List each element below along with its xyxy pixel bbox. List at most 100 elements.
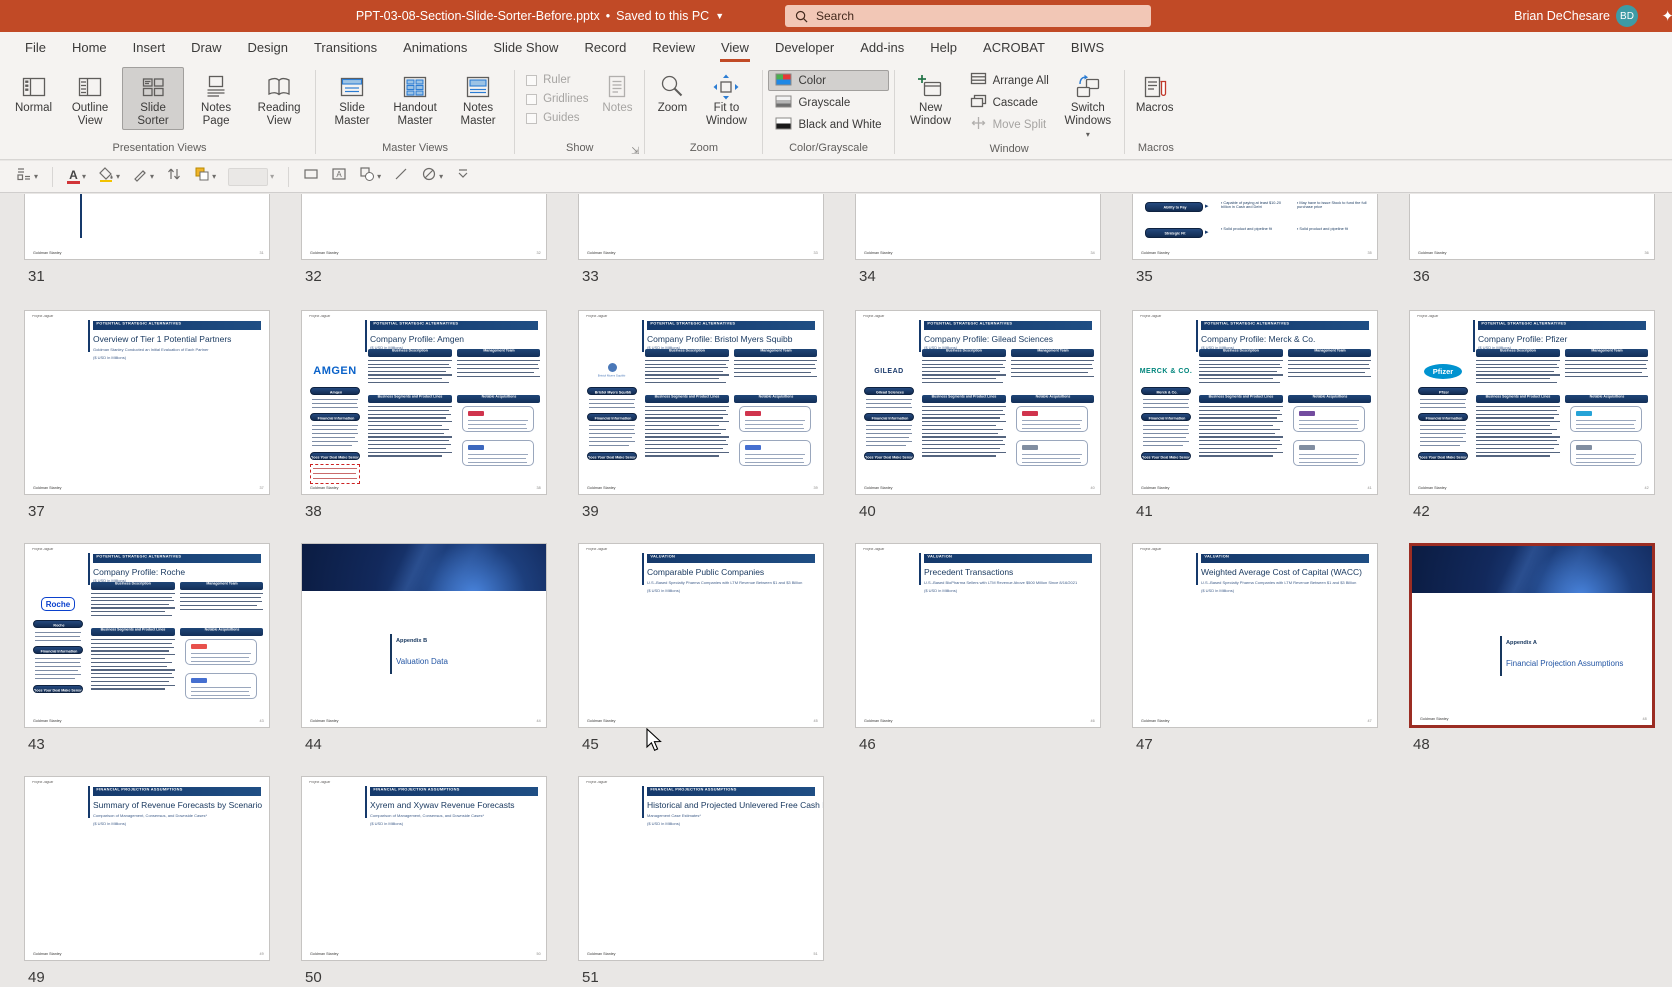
- user-name[interactable]: Brian DeChesare: [1514, 0, 1610, 32]
- tab-file[interactable]: File: [12, 32, 59, 63]
- slide-title: Company Profile: Gilead Sciences: [924, 334, 1094, 344]
- rectangle-tool-button[interactable]: [299, 163, 323, 190]
- slide-thumbnail-39[interactable]: Project JaguarPOTENTIAL STRATEGIC ALTERN…: [578, 310, 824, 495]
- slide-thumbnail-44[interactable]: Appendix BValuation DataGoldman Stanley4…: [301, 543, 547, 728]
- tab-design[interactable]: Design: [235, 32, 301, 63]
- ribbon-button-slide-sorter[interactable]: Slide Sorter: [122, 67, 184, 130]
- document-title[interactable]: PPT-03-08-Section-Slide-Sorter-Before.pp…: [240, 0, 840, 32]
- slide-cell-38: Project JaguarPOTENTIAL STRATEGIC ALTERN…: [301, 310, 549, 495]
- shape-order-button[interactable]: ▾: [190, 163, 220, 190]
- sort-order-button[interactable]: [162, 163, 186, 190]
- acquisition-box: [1570, 406, 1642, 432]
- slide-thumbnail-50[interactable]: Project JaguarFINANCIAL PROJECTION ASSUM…: [301, 776, 547, 961]
- no-outline-tool-button[interactable]: ▾: [417, 163, 447, 190]
- tab-transitions[interactable]: Transitions: [301, 32, 390, 63]
- tab-developer[interactable]: Developer: [762, 32, 847, 63]
- more-tools-button[interactable]: [451, 163, 475, 190]
- slide-thumbnail-47[interactable]: Project JaguarVALUATIONWeighted Average …: [1132, 543, 1378, 728]
- tab-slide-show[interactable]: Slide Show: [480, 32, 571, 63]
- slide-thumbnail-32[interactable]: Goldman Stanley32: [301, 194, 547, 260]
- ribbon-button-slide-master[interactable]: Slide Master: [321, 67, 383, 130]
- outline-indent-button[interactable]: ▾: [12, 163, 42, 190]
- avatar[interactable]: BD: [1616, 5, 1638, 27]
- slide-thumbnail-43[interactable]: Project JaguarPOTENTIAL STRATEGIC ALTERN…: [24, 543, 270, 728]
- slide-thumbnail-37[interactable]: Project JaguarPOTENTIAL STRATEGIC ALTERN…: [24, 310, 270, 495]
- ribbon-group-color-grayscale: ColorGrayscaleBlack and WhiteColor/Grays…: [765, 65, 891, 159]
- slide-thumbnail-38[interactable]: Project JaguarPOTENTIAL STRATEGIC ALTERN…: [301, 310, 547, 495]
- font-color-button[interactable]: A▾: [63, 167, 90, 187]
- title-separator: •: [606, 9, 610, 23]
- slide-thumbnail-46[interactable]: Project JaguarVALUATIONPrecedent Transac…: [855, 543, 1101, 728]
- slide-sorter-area[interactable]: Goldman Stanley3131Goldman Stanley3232Go…: [0, 194, 1672, 987]
- ribbon-button-grayscale[interactable]: Grayscale: [768, 92, 888, 113]
- section-bar-business-description: Business Description: [922, 349, 1006, 357]
- tab-insert[interactable]: Insert: [120, 32, 179, 63]
- ribbon-button-notes-page[interactable]: Notes Page: [185, 67, 247, 130]
- fill-color-button[interactable]: ▾: [94, 163, 124, 190]
- title-dropdown-icon[interactable]: ▼: [715, 11, 724, 21]
- pill-amgen: Amgen: [310, 387, 360, 395]
- shapes-tool-button[interactable]: ▾: [355, 163, 385, 190]
- slide-thumbnail-31[interactable]: Goldman Stanley31: [24, 194, 270, 260]
- line-tool-button[interactable]: [389, 163, 413, 190]
- slide-thumbnail-40[interactable]: Project JaguarPOTENTIAL STRATEGIC ALTERN…: [855, 310, 1101, 495]
- ribbon-button-notes-master[interactable]: Notes Master: [447, 67, 509, 130]
- tab-acrobat[interactable]: ACROBAT: [970, 32, 1058, 63]
- ribbon-button-switch-windows[interactable]: Switch Windows ▾: [1057, 67, 1119, 143]
- textbox-tool-button[interactable]: A: [327, 163, 351, 190]
- slide-footer: Goldman Stanley: [310, 486, 339, 490]
- ribbon-button-color[interactable]: Color: [768, 70, 888, 91]
- slide-title: Company Profile: Bristol Myers Squibb: [647, 334, 817, 344]
- slide-thumbnail-36[interactable]: Goldman Stanley36: [1409, 194, 1655, 260]
- tab-review[interactable]: Review: [639, 32, 708, 63]
- ribbon-button-arrange-all[interactable]: Arrange All: [963, 70, 1056, 91]
- slide-page-number: 45: [814, 719, 818, 723]
- acquisition-box: [739, 440, 811, 466]
- tab-view[interactable]: View: [708, 32, 762, 63]
- slide-footer: Goldman Stanley: [1141, 486, 1170, 490]
- ribbon-button-new-window[interactable]: New Window: [900, 67, 962, 130]
- ribbon-group-label-macros: Macros: [1130, 142, 1182, 159]
- ribbon-button-black-and-white[interactable]: Black and White: [768, 114, 888, 135]
- slide-subtitle: U.S.-Based Specialty Pharma Companies wi…: [647, 581, 802, 585]
- slide-footer: Goldman Stanley: [33, 952, 62, 956]
- acquisition-logo: [1299, 445, 1315, 450]
- tab-draw[interactable]: Draw: [178, 32, 234, 63]
- ribbon-button-normal[interactable]: Normal: [9, 67, 58, 117]
- slide-cell-47: Project JaguarVALUATIONWeighted Average …: [1132, 543, 1380, 728]
- tab-home[interactable]: Home: [59, 32, 120, 63]
- tab-add-ins[interactable]: Add-ins: [847, 32, 917, 63]
- format-shape-button[interactable]: ▾: [128, 163, 158, 190]
- sort-order-icon: [166, 166, 182, 187]
- slide-thumbnail-33[interactable]: Goldman Stanley33: [578, 194, 824, 260]
- slide-thumbnail-42[interactable]: Project JaguarPOTENTIAL STRATEGIC ALTERN…: [1409, 310, 1655, 495]
- slide-footer: Goldman Stanley: [1141, 719, 1170, 723]
- slide-thumbnail-41[interactable]: Project JaguarPOTENTIAL STRATEGIC ALTERN…: [1132, 310, 1378, 495]
- ribbon-button-zoom[interactable]: Zoom: [650, 67, 694, 117]
- slide-thumbnail-51[interactable]: Project JaguarFINANCIAL PROJECTION ASSUM…: [578, 776, 824, 961]
- ribbon-button-macros[interactable]: Macros: [1130, 67, 1180, 117]
- search-input[interactable]: Search: [785, 5, 1151, 27]
- section-bar-management-team: Management Team: [180, 582, 263, 590]
- slide-thumbnail-34[interactable]: Goldman Stanley34: [855, 194, 1101, 260]
- ribbon-button-outline-view[interactable]: Outline View: [59, 67, 121, 130]
- slide-thumbnail-48[interactable]: Appendix AFinancial Projection Assumptio…: [1409, 543, 1655, 728]
- tab-animations[interactable]: Animations: [390, 32, 480, 63]
- ribbon-button-fit-to-window[interactable]: Fit to Window: [695, 67, 757, 130]
- ribbon-button-reading-view[interactable]: Reading View: [248, 67, 310, 130]
- dialog-launcher-icon[interactable]: ⇲: [631, 146, 639, 157]
- tab-record[interactable]: Record: [571, 32, 639, 63]
- tab-help[interactable]: Help: [917, 32, 970, 63]
- project-label: Project Jaguar: [32, 548, 53, 551]
- company-logo-roche: Roche: [33, 592, 83, 616]
- slide-thumbnail-45[interactable]: Project JaguarVALUATIONComparable Public…: [578, 543, 824, 728]
- pill-arrow-icon: ▸: [1205, 228, 1213, 238]
- slide-number-50: 50: [305, 969, 322, 986]
- ribbon-button-cascade[interactable]: Cascade: [963, 92, 1056, 113]
- slide-thumbnail-35[interactable]: Ability to Pay▸▪ Capable of paying at le…: [1132, 194, 1378, 260]
- black-and-white-icon: [775, 117, 793, 133]
- slide-thumbnail-49[interactable]: Project JaguarFINANCIAL PROJECTION ASSUM…: [24, 776, 270, 961]
- tab-biws[interactable]: BIWS: [1058, 32, 1117, 63]
- ribbon-button-handout-master[interactable]: Handout Master: [384, 67, 446, 130]
- designer-icon[interactable]: ✦: [1661, 7, 1672, 25]
